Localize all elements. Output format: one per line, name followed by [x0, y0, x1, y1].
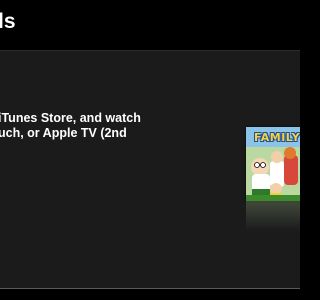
divider	[0, 50, 300, 51]
cover-logo: FAMILY	[254, 131, 300, 144]
title-bar: ls	[0, 0, 300, 50]
description-line-2: uch, or Apple TV (2nd	[0, 126, 127, 140]
album-cover[interactable]: FAMILY	[246, 127, 300, 201]
cover-reflection-art	[246, 201, 300, 231]
description-line-1: iTunes Store, and watch	[0, 111, 141, 125]
page-title: ls	[0, 10, 16, 33]
bottom-bar	[0, 289, 300, 300]
description-text: iTunes Store, and watch uch, or Apple TV…	[0, 111, 228, 141]
cover-reflection	[246, 201, 300, 231]
